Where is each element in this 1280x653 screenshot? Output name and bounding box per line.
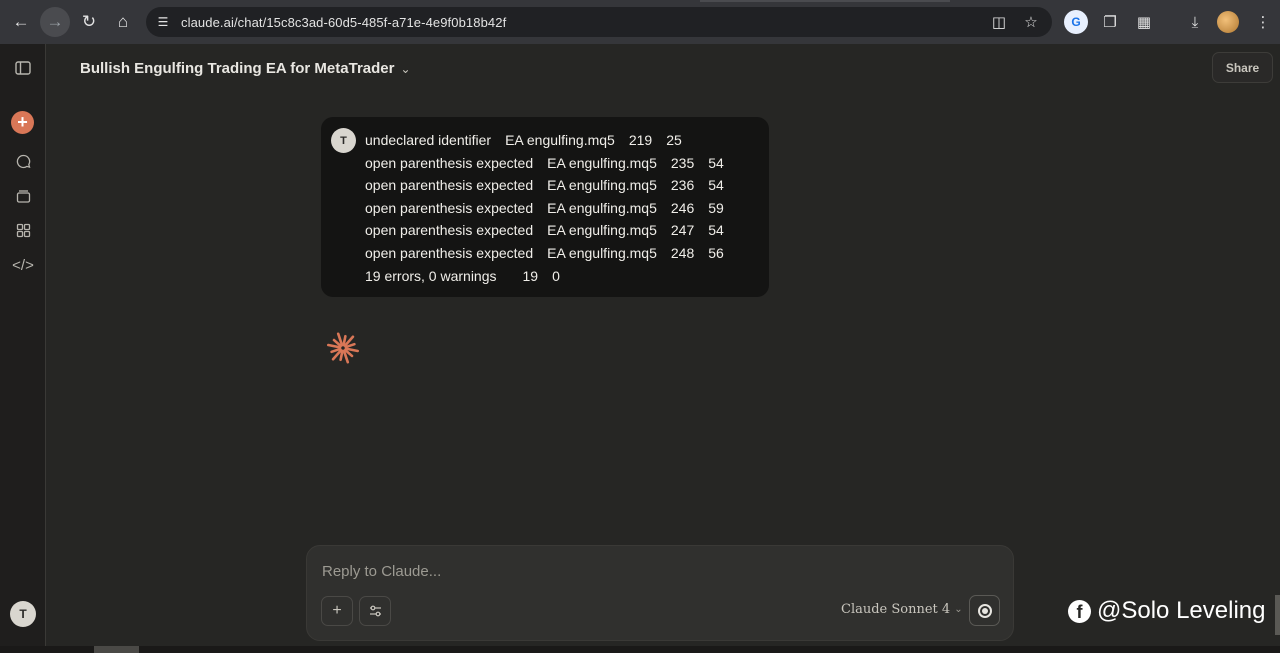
error-col: 0 [552, 267, 560, 284]
share-button[interactable]: Share [1212, 52, 1273, 83]
error-col: 25 [666, 132, 682, 148]
profile-avatar[interactable] [1217, 11, 1239, 33]
chat-title[interactable]: Bullish Engulfing Trading EA for MetaTra… [80, 60, 411, 77]
record-icon [977, 603, 992, 618]
error-line: 235 [670, 154, 695, 171]
error-line: 219 [628, 132, 653, 148]
error-col: 54 [708, 222, 724, 239]
extension-icon[interactable]: ❐ [1097, 9, 1123, 35]
site-settings-icon[interactable]: ☰ [151, 10, 175, 34]
forward-icon[interactable]: → [40, 7, 70, 37]
error-file: EA engulfing.mq5 [505, 132, 615, 148]
install-app-icon[interactable]: ◫ [988, 11, 1010, 33]
error-desc: open parenthesis expected [365, 244, 534, 261]
error-col: 56 [708, 244, 724, 261]
model-selector[interactable]: Claude Sonnet 4 ⌄ [841, 602, 963, 617]
back-icon[interactable]: ← [6, 7, 36, 37]
error-line: 246 [670, 199, 695, 216]
scrollbar-thumb[interactable] [1275, 595, 1280, 635]
error-file: EA engulfing.mq5 [547, 177, 657, 194]
sidebar-toggle-icon[interactable] [11, 56, 35, 80]
user-message: T undeclared identifier EA engulfing.mq5 2… [321, 117, 769, 297]
chevron-down-icon: ⌄ [954, 604, 963, 615]
error-line: 19 [522, 267, 539, 284]
error-desc: open parenthesis expected [365, 177, 534, 194]
home-icon[interactable]: ⌂ [108, 7, 138, 37]
kebab-menu-icon[interactable]: ⋮ [1250, 9, 1276, 35]
reload-icon[interactable]: ↻ [74, 7, 104, 37]
projects-icon[interactable] [11, 184, 35, 208]
puzzle-icon[interactable]: ▦ [1131, 9, 1157, 35]
reply-composer[interactable]: Reply to Claude... + Claude Sonnet 4 ⌄ [306, 545, 1014, 641]
error-desc: open parenthesis expected [365, 222, 534, 239]
voice-mode-button[interactable] [969, 595, 1000, 626]
message-avatar: T [331, 128, 356, 153]
bookmark-star-icon[interactable]: ☆ [1020, 11, 1042, 33]
error-desc: undeclared identifier [365, 132, 492, 148]
error-col: 54 [708, 177, 724, 194]
message-text: undeclared identifier EA engulfing.mq5 219… [365, 129, 724, 287]
browser-toolbar: ← → ↻ ⌂ ☰ claude.ai/chat/15c8c3ad-60d5-4… [0, 0, 1280, 44]
error-line: undeclared identifier EA engulfing.mq5 219… [365, 129, 724, 152]
user-avatar[interactable]: T [10, 601, 36, 627]
download-icon[interactable]: ⤓ [1182, 9, 1208, 35]
add-attachment-button[interactable]: + [321, 596, 353, 626]
error-file: EA engulfing.mq5 [547, 222, 657, 239]
error-line: open parenthesis expected EA engulfing.mq… [365, 242, 724, 265]
sidebar: + </> T [0, 44, 46, 653]
taskbar-item[interactable] [94, 646, 139, 653]
facebook-icon: f [1068, 599, 1091, 623]
error-col: 54 [708, 154, 724, 171]
watermark-text: @Solo Leveling [1097, 597, 1266, 624]
code-icon[interactable]: </> [11, 253, 35, 277]
chevron-down-icon: ⌄ [400, 61, 411, 76]
model-name: Claude Sonnet 4 [841, 602, 951, 617]
claude-app: + </> T Bullish Engulfing Trading EA for… [0, 44, 1280, 653]
error-line: 247 [670, 222, 695, 239]
claude-spark-icon [326, 332, 360, 364]
sliders-icon [369, 605, 381, 617]
error-line: 19 errors, 0 warnings 19 0 [365, 265, 724, 288]
reply-input[interactable]: Reply to Claude... [322, 563, 441, 580]
error-file: EA engulfing.mq5 [547, 199, 657, 216]
error-file: EA engulfing.mq5 [547, 244, 657, 261]
new-chat-icon[interactable]: + [11, 111, 34, 134]
tab-strip [700, 0, 950, 2]
error-file: EA engulfing.mq5 [547, 154, 657, 171]
error-line: 248 [670, 244, 695, 261]
taskbar [0, 646, 1280, 653]
error-line: 236 [670, 177, 695, 194]
chats-icon[interactable] [11, 149, 35, 173]
error-line: open parenthesis expected EA engulfing.mq… [365, 197, 724, 220]
error-line: open parenthesis expected EA engulfing.mq… [365, 174, 724, 197]
error-line: open parenthesis expected EA engulfing.mq… [365, 152, 724, 175]
error-line: open parenthesis expected EA engulfing.mq… [365, 219, 724, 242]
translate-extension-icon[interactable]: G [1064, 10, 1088, 34]
error-desc: open parenthesis expected [365, 154, 534, 171]
url-text[interactable]: claude.ai/chat/15c8c3ad-60d5-485f-a71e-4… [181, 15, 506, 30]
error-desc: open parenthesis expected [365, 199, 534, 216]
error-col: 59 [708, 199, 724, 216]
artifacts-icon[interactable] [11, 218, 35, 242]
tools-settings-button[interactable] [359, 596, 391, 626]
watermark: f @Solo Leveling [1068, 597, 1265, 625]
address-bar[interactable]: ☰ claude.ai/chat/15c8c3ad-60d5-485f-a71e… [146, 7, 1052, 37]
chat-title-text: Bullish Engulfing Trading EA for MetaTra… [80, 60, 395, 77]
error-desc: 19 errors, 0 warnings [365, 267, 497, 284]
